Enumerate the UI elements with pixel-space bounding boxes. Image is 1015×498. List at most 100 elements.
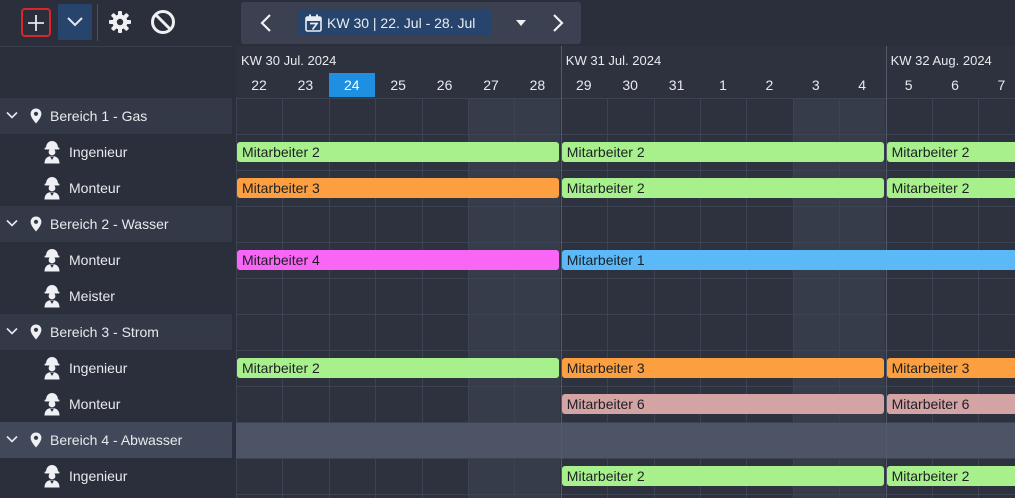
worker-icon	[44, 465, 60, 488]
resource-label: Ingenieur	[69, 360, 128, 376]
location-pin-icon	[30, 324, 42, 340]
worker-icon	[44, 177, 60, 200]
group-row[interactable]: Bereich 3 - Strom	[0, 314, 232, 350]
location-pin-icon	[30, 216, 42, 232]
week-separator	[885, 46, 887, 498]
previous-week-button[interactable]	[251, 8, 281, 38]
day-header[interactable]: 31	[654, 73, 700, 97]
day-header[interactable]: 4	[839, 73, 885, 97]
row-divider	[236, 422, 1015, 423]
assignment-bar[interactable]: Mitarbeiter 4	[237, 250, 559, 270]
resource-row[interactable]: Monteur	[0, 386, 232, 422]
assignment-bar[interactable]: Mitarbeiter 2	[561, 142, 884, 162]
day-header[interactable]: 26	[422, 73, 468, 97]
chevron-down-icon[interactable]	[6, 325, 18, 337]
ban-icon	[151, 10, 175, 34]
row-divider	[236, 494, 1015, 495]
location-pin-icon	[30, 432, 42, 448]
location-pin-icon	[30, 108, 42, 124]
week-selector[interactable]: KW 30 | 22. Jul - 28. Jul	[298, 10, 491, 36]
resource-row[interactable]: Meister	[0, 278, 232, 314]
worker-icon	[44, 357, 60, 380]
settings-button[interactable]	[105, 7, 135, 37]
row-divider	[236, 134, 1015, 135]
day-header[interactable]: 7	[978, 73, 1015, 97]
assignment-bar[interactable]: Mitarbeiter 2	[561, 178, 884, 198]
next-week-button[interactable]	[543, 8, 573, 38]
assignment-bar[interactable]: Mitarbeiter 3	[237, 178, 559, 198]
day-header[interactable]: 22	[236, 73, 282, 97]
caret-down-icon	[516, 20, 526, 26]
day-header[interactable]: 3	[793, 73, 839, 97]
chevron-down-icon[interactable]	[6, 217, 18, 229]
assignment-bar[interactable]: Mitarbeiter 2	[561, 466, 884, 486]
day-header[interactable]: 30	[607, 73, 653, 97]
day-header[interactable]: 29	[561, 73, 607, 97]
assignment-bar[interactable]: Mitarbeiter 6	[561, 394, 884, 414]
resource-row[interactable]: Monteur	[0, 242, 232, 278]
assignment-bar[interactable]: Mitarbeiter 2	[237, 358, 559, 378]
day-header[interactable]: 23	[282, 73, 328, 97]
resource-row[interactable]: Ingenieur	[0, 350, 232, 386]
resource-row[interactable]: Monteur	[0, 170, 232, 206]
toolbar-divider	[97, 4, 98, 41]
day-header[interactable]: 27	[468, 73, 514, 97]
group-label: Bereich 4 - Abwasser	[50, 432, 183, 448]
resource-label: Meister	[69, 288, 115, 304]
row-divider	[236, 314, 1015, 315]
worker-icon	[44, 393, 60, 416]
assignment-bar[interactable]: Mitarbeiter 3	[886, 358, 1015, 378]
day-header[interactable]: 1	[700, 73, 746, 97]
day-header[interactable]: 28	[514, 73, 560, 97]
assignment-bar[interactable]: Mitarbeiter 2	[237, 142, 559, 162]
gear-icon	[109, 11, 131, 33]
resource-label: Monteur	[69, 396, 121, 412]
chevron-right-icon	[553, 14, 564, 32]
date-navigator: KW 30 | 22. Jul - 28. Jul	[241, 2, 581, 44]
timeline-grid: KW 30 Jul. 2024 KW 31 Jul. 2024 KW 32 Aug.…	[236, 46, 1015, 498]
week-header: KW 30 Jul. 2024	[241, 53, 337, 68]
resource-header	[0, 46, 232, 98]
row-divider	[236, 278, 1015, 279]
resource-row[interactable]: Ingenieur	[0, 134, 232, 170]
resource-row[interactable]: Ingenieur	[0, 458, 232, 494]
row-divider	[236, 242, 1015, 243]
assignment-bar[interactable]: Mitarbeiter 3	[561, 358, 884, 378]
day-header[interactable]: 6	[932, 73, 978, 97]
assignment-bar[interactable]: Mitarbeiter 6	[886, 394, 1015, 414]
group-label: Bereich 2 - Wasser	[50, 216, 169, 232]
chevron-down-icon[interactable]	[6, 433, 18, 445]
row-divider	[236, 98, 1015, 99]
today-day-header[interactable]: 24	[328, 73, 375, 97]
block-button[interactable]	[148, 7, 178, 37]
group-row[interactable]: Bereich 1 - Gas	[0, 98, 232, 134]
calendar-icon	[305, 14, 322, 32]
worker-icon	[44, 249, 60, 272]
worker-icon	[44, 285, 60, 308]
assignment-bar[interactable]: Mitarbeiter 2	[886, 142, 1015, 162]
row-divider	[236, 206, 1015, 207]
week-header: KW 32 Aug. 2024	[890, 53, 992, 68]
day-header[interactable]: 25	[375, 73, 421, 97]
add-button[interactable]	[21, 8, 51, 37]
row-divider	[236, 458, 1015, 459]
assignment-bar[interactable]: Mitarbeiter 2	[886, 178, 1015, 198]
group-label: Bereich 1 - Gas	[50, 108, 148, 124]
plus-icon	[28, 14, 44, 31]
week-dropdown-button[interactable]	[509, 8, 533, 38]
day-header[interactable]: 5	[886, 73, 932, 97]
chevron-down-icon	[67, 17, 83, 27]
group-row[interactable]: Bereich 2 - Wasser	[0, 206, 232, 242]
group-row[interactable]: Bereich 4 - Abwasser	[0, 422, 232, 458]
chevron-left-icon	[260, 14, 271, 32]
worker-icon	[44, 141, 60, 164]
resource-label: Monteur	[69, 180, 121, 196]
row-divider	[236, 170, 1015, 171]
view-dropdown-button[interactable]	[58, 4, 92, 40]
week-range-label: KW 30 | 22. Jul - 28. Jul	[327, 15, 476, 31]
day-header[interactable]: 2	[746, 73, 792, 97]
assignment-bar[interactable]: Mitarbeiter 1	[561, 250, 1015, 270]
chevron-down-icon[interactable]	[6, 109, 18, 121]
assignment-bar[interactable]: Mitarbeiter 2	[886, 466, 1015, 486]
week-separator	[560, 46, 562, 498]
